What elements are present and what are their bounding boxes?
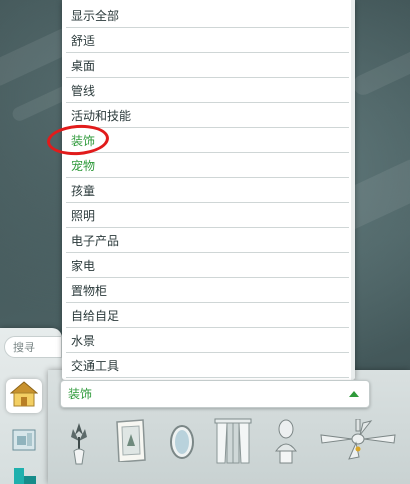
category-dropdown-selected-label: 装饰 [68, 387, 93, 401]
ceiling-fan-icon [319, 418, 397, 465]
category-item-water-features[interactable]: 水景 [66, 329, 349, 353]
curtains-icon [213, 415, 253, 469]
room-furniture-icon [10, 427, 38, 457]
plant-vase-icon [65, 419, 93, 469]
category-item-storage[interactable]: 置物柜 [66, 279, 349, 303]
bust-sculpture-icon [271, 417, 301, 469]
category-item-pets[interactable]: 宠物 [66, 154, 349, 178]
category-item-plumbing[interactable]: 管线 [66, 79, 349, 103]
category-item-vehicles[interactable]: 交通工具 [66, 354, 349, 378]
item-curtains[interactable] [212, 416, 254, 468]
category-item-surfaces[interactable]: 桌面 [66, 54, 349, 78]
side-tab-house[interactable] [6, 379, 42, 413]
category-item-appliances[interactable]: 家电 [66, 254, 349, 278]
house-icon [9, 381, 39, 411]
category-item-kids[interactable]: 孩童 [66, 179, 349, 203]
category-dropdown-list: 显示全部 舒适 桌面 管线 活动和技能 装饰 宠物 孩童 照明 电子产品 家电 … [62, 0, 355, 380]
chevron-up-icon [349, 391, 359, 397]
item-bust-sculpture[interactable] [270, 418, 302, 468]
item-plant-vase[interactable] [64, 420, 94, 468]
item-ceiling-fan[interactable] [318, 418, 398, 465]
category-item-off-the-grid[interactable]: 自给自足 [66, 304, 349, 328]
side-tab-room[interactable] [6, 425, 42, 459]
side-tab-build[interactable] [6, 460, 42, 484]
dropdown-scrollbar[interactable] [351, 0, 355, 380]
category-item-activities-skills[interactable]: 活动和技能 [66, 104, 349, 128]
oval-mirror-icon [169, 424, 195, 464]
item-framed-painting[interactable] [112, 418, 148, 466]
category-item-lighting[interactable]: 照明 [66, 204, 349, 228]
build-mode-icon [10, 462, 38, 484]
item-oval-mirror[interactable] [168, 424, 196, 464]
category-dropdown[interactable]: 装饰 [60, 380, 370, 408]
framed-painting-icon [113, 418, 147, 466]
category-item-show-all[interactable]: 显示全部 [66, 4, 349, 28]
category-item-electronics[interactable]: 电子产品 [66, 229, 349, 253]
search-input[interactable]: 搜寻 [4, 336, 62, 358]
category-item-comfort[interactable]: 舒适 [66, 29, 349, 53]
background-streak [349, 41, 410, 99]
